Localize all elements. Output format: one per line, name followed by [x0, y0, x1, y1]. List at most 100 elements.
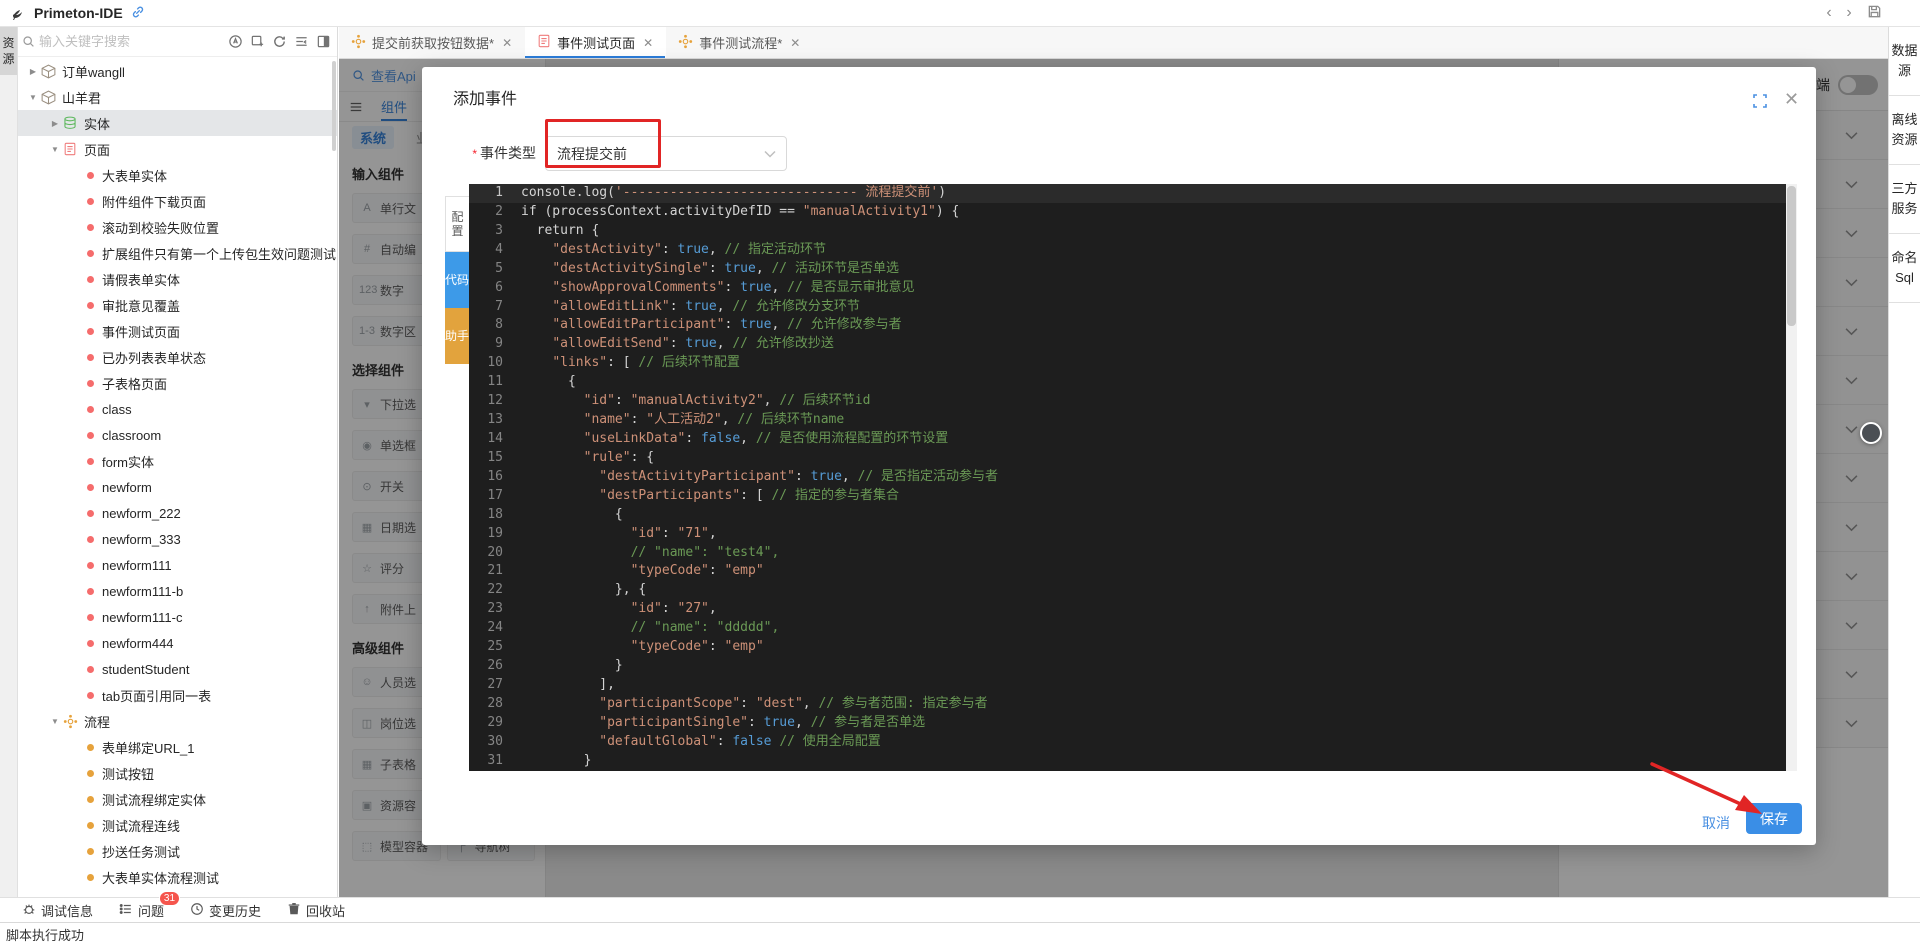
close-icon[interactable]: ✕: [643, 36, 653, 50]
event-type-select[interactable]: 流程提交前: [545, 136, 787, 171]
dock-tab[interactable]: 数据源: [1889, 27, 1920, 96]
code-editor[interactable]: 1console.log('--------------------------…: [469, 184, 1797, 771]
dock-tab[interactable]: 离线资源: [1889, 96, 1920, 165]
tree-item[interactable]: newform_222: [18, 500, 337, 526]
status-dot: [87, 458, 94, 465]
editor-tab[interactable]: 提交前获取按钮数据*✕: [339, 27, 525, 58]
tree-item[interactable]: 已办列表表单状态: [18, 344, 337, 370]
tree-item[interactable]: newform: [18, 474, 337, 500]
tree-item[interactable]: form实体: [18, 448, 337, 474]
tree-item[interactable]: class: [18, 396, 337, 422]
tree-item[interactable]: ▼页面: [18, 136, 337, 162]
back-icon[interactable]: ‹: [1819, 4, 1839, 22]
tree-item[interactable]: classroom: [18, 422, 337, 448]
status-dot: [87, 562, 94, 569]
sidebar-scrollbar[interactable]: [332, 61, 336, 151]
editor-mode-tab-code[interactable]: 代码: [445, 252, 469, 308]
tree-item[interactable]: 表单绑定URL_1: [18, 734, 337, 760]
line-number: 2: [469, 203, 521, 222]
dock-tab[interactable]: 三方服务: [1889, 165, 1920, 234]
bottombar-item[interactable]: 问题31: [119, 901, 164, 920]
code-text: }: [521, 752, 591, 771]
bottombar-item[interactable]: 回收站: [287, 901, 345, 920]
save-icon[interactable]: [1867, 4, 1882, 22]
refresh-icon[interactable]: [272, 34, 287, 49]
sidebar-toolbar: [228, 34, 333, 49]
tree-item[interactable]: ▶订单wangll: [18, 58, 337, 84]
tree-item-label: 表单绑定URL_1: [102, 738, 194, 757]
line-number: 7: [469, 298, 521, 317]
tree-item[interactable]: 附件组件下载页面: [18, 188, 337, 214]
chevron-collapsed-icon[interactable]: ▶: [26, 67, 40, 76]
tree-item[interactable]: newform111-b: [18, 578, 337, 604]
chevron-expanded-icon[interactable]: ▼: [26, 93, 40, 102]
fullscreen-icon[interactable]: [1752, 93, 1768, 112]
tree-item[interactable]: 审批意见覆盖: [18, 292, 337, 318]
editor-mode-tab-cfg[interactable]: 配置: [445, 196, 469, 252]
tree-item[interactable]: ▶实体: [18, 110, 337, 136]
tree-item[interactable]: 请假表单实体: [18, 266, 337, 292]
cancel-button[interactable]: 取消: [1694, 807, 1738, 839]
tree-item[interactable]: 测试按钮: [18, 760, 337, 786]
tree-item[interactable]: newform_333: [18, 526, 337, 552]
tree-item[interactable]: 大表单实体: [18, 162, 337, 188]
tree-item[interactable]: studentStudent: [18, 656, 337, 682]
tree-item[interactable]: ▼流程: [18, 708, 337, 734]
tree-item[interactable]: newform444: [18, 630, 337, 656]
tree-item[interactable]: 子表格页面: [18, 370, 337, 396]
line-number: 4: [469, 241, 521, 260]
editor-tab[interactable]: 事件测试流程*✕: [666, 27, 813, 58]
dock-tab-resources[interactable]: 资源: [0, 27, 17, 75]
code-line: 25 "typeCode": "emp": [469, 638, 1797, 657]
tree-item[interactable]: newform111-c: [18, 604, 337, 630]
tree-item[interactable]: 测试流程绑定实体: [18, 786, 337, 812]
line-number: 31: [469, 752, 521, 771]
line-number: 18: [469, 506, 521, 525]
bottombar-item[interactable]: 变更历史: [190, 901, 261, 920]
code-line: 6 "showApprovalComments": true, // 是否显示审…: [469, 279, 1797, 298]
tree-item-label: 请假表单实体: [102, 270, 180, 289]
forward-icon[interactable]: ›: [1839, 4, 1859, 22]
close-icon[interactable]: ✕: [790, 36, 800, 50]
tree-item[interactable]: 扩展组件只有第一个上传包生效问题测试: [18, 240, 337, 266]
tree-item-label: 山羊君: [62, 88, 101, 107]
status-dot: [87, 822, 94, 829]
tree-item[interactable]: ▼ 山羊君: [18, 84, 337, 110]
code-text: "destActivity": true, // 指定活动环节: [521, 241, 826, 260]
split-panel-icon[interactable]: [316, 34, 331, 49]
ai-assistant-icon[interactable]: [228, 34, 243, 49]
new-resource-icon[interactable]: [250, 34, 265, 49]
tree-item[interactable]: 大表单实体流程测试: [18, 864, 337, 890]
code-line: 31 }: [469, 752, 1797, 771]
bottombar-item[interactable]: 调试信息: [22, 901, 93, 920]
tree-item-label: newform444: [102, 636, 174, 651]
pkg-icon: [40, 63, 56, 79]
collapse-all-icon[interactable]: [294, 34, 309, 49]
code-text: "destActivityParticipant": true, // 是否指定…: [521, 468, 998, 487]
chevron-collapsed-icon[interactable]: ▶: [48, 119, 62, 128]
tree-item[interactable]: 测试流程连线: [18, 812, 337, 838]
tree-item[interactable]: 滚动到校验失败位置: [18, 214, 337, 240]
tree-item[interactable]: tab页面引用同一表: [18, 682, 337, 708]
tree-item[interactable]: 事件测试页面: [18, 318, 337, 344]
search-input[interactable]: [39, 34, 228, 49]
editor-scrollbar[interactable]: [1786, 184, 1797, 771]
chevron-expanded-icon[interactable]: ▼: [48, 145, 62, 154]
link-icon[interactable]: [131, 5, 145, 22]
code-text: "id": "71",: [521, 525, 717, 544]
close-icon[interactable]: ✕: [1784, 89, 1799, 110]
editor-mode-tab-helper[interactable]: 助手: [445, 308, 469, 364]
tree-item-label: newform111: [102, 558, 172, 573]
editor-tab[interactable]: 事件测试页面✕: [525, 27, 666, 58]
tree-item[interactable]: newform111: [18, 552, 337, 578]
save-button[interactable]: 保存: [1746, 803, 1802, 834]
dock-tab[interactable]: 命名Sql: [1889, 234, 1920, 303]
status-dot: [87, 328, 94, 335]
close-icon[interactable]: ✕: [502, 36, 512, 50]
tree-item[interactable]: 抄送任务测试: [18, 838, 337, 864]
status-dot: [87, 172, 94, 179]
tree-item-label: class: [102, 402, 132, 417]
help-float-button[interactable]: [1860, 422, 1882, 444]
code-line: 28 "participantScope": "dest", // 参与者范围:…: [469, 695, 1797, 714]
chevron-expanded-icon[interactable]: ▼: [48, 717, 62, 726]
